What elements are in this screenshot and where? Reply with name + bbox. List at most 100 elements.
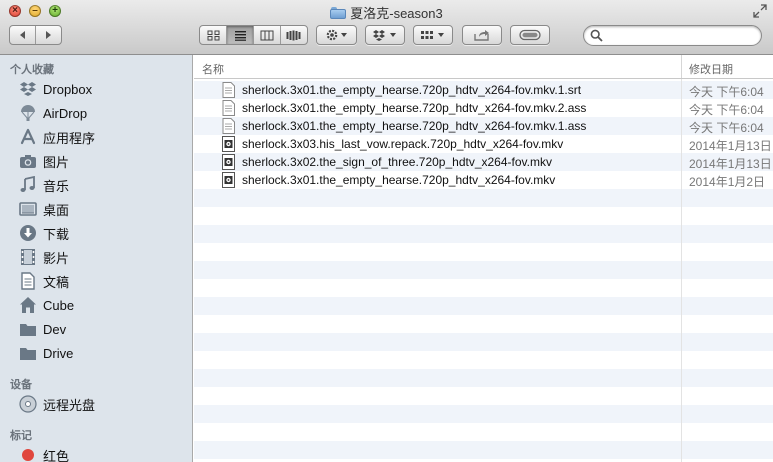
airdrop-icon xyxy=(18,104,38,122)
sidebar-item-label: 下载 xyxy=(43,226,70,242)
window-title: 夏洛克-season3 xyxy=(350,6,443,21)
sidebar-item-cube[interactable]: Cube xyxy=(0,294,192,316)
chevron-right-icon xyxy=(46,31,51,39)
text-file-icon xyxy=(222,118,235,134)
row-stripe xyxy=(194,279,773,297)
text-file-icon xyxy=(222,82,235,98)
file-name: sherlock.3x01.the_empty_hearse.720p_hdtv… xyxy=(242,173,556,187)
sidebar-item-label: 应用程序 xyxy=(43,130,96,146)
row-stripe xyxy=(194,315,773,333)
search-icon xyxy=(590,29,603,42)
sidebar-item-downloads[interactable]: 下载 xyxy=(0,222,192,244)
coverflow-view-button[interactable] xyxy=(281,26,307,44)
fullscreen-icon[interactable] xyxy=(753,4,767,18)
text-file-icon xyxy=(222,100,235,116)
row-stripe xyxy=(194,441,773,459)
dropbox-icon xyxy=(18,80,38,98)
sidebar-item-label: 红色 xyxy=(43,448,70,462)
folder-icon xyxy=(330,6,347,19)
movies-icon xyxy=(18,248,38,266)
finder-window: × – + 夏洛克-season3 个人收藏 Dropbox AirDrop 应… xyxy=(0,0,773,462)
share-button[interactable] xyxy=(462,25,502,45)
desktop-icon xyxy=(18,200,38,218)
row-stripe xyxy=(194,225,773,243)
sidebar-item-desktop[interactable]: 桌面 xyxy=(0,198,192,220)
sidebar-item-pictures[interactable]: 图片 xyxy=(0,150,192,172)
row-stripe xyxy=(194,387,773,405)
sidebar-item-label: 影片 xyxy=(43,250,70,266)
search-input[interactable] xyxy=(606,27,760,46)
applications-icon xyxy=(18,128,38,146)
file-name: sherlock.3x03.his_last_vow.repack.720p_h… xyxy=(242,137,564,151)
row-stripe xyxy=(194,423,773,441)
sidebar-item-label: 音乐 xyxy=(43,178,70,194)
action-menu-button[interactable] xyxy=(316,25,357,45)
dropbox-menu-button[interactable] xyxy=(365,25,405,45)
sidebar-item-drive[interactable]: Drive xyxy=(0,342,192,364)
column-view-button[interactable] xyxy=(254,26,281,44)
documents-icon xyxy=(18,272,38,290)
sidebar-item-dev[interactable]: Dev xyxy=(0,318,192,340)
file-date: 今天 下午6:04 xyxy=(689,85,764,99)
icon-view-icon xyxy=(207,30,220,40)
sidebar-item-documents[interactable]: 文稿 xyxy=(0,270,192,292)
sidebar-item-label: 文稿 xyxy=(43,274,70,290)
file-row[interactable]: sherlock.3x01.the_empty_hearse.720p_hdtv… xyxy=(194,171,773,189)
sidebar-item-music[interactable]: 音乐 xyxy=(0,174,192,196)
arrange-icon xyxy=(421,31,444,39)
dropbox-icon xyxy=(373,30,396,41)
list-view-button[interactable] xyxy=(227,26,254,44)
list-view-icon xyxy=(234,30,246,41)
arrange-menu-button[interactable] xyxy=(413,25,453,45)
video-file-icon xyxy=(222,136,235,152)
column-header-name[interactable]: 名称 xyxy=(202,61,224,77)
sidebar-header-tags: 标记 xyxy=(10,430,32,442)
file-row[interactable]: sherlock.3x03.his_last_vow.repack.720p_h… xyxy=(194,135,773,153)
column-view-icon xyxy=(260,30,274,40)
file-date: 今天 下午6:04 xyxy=(689,103,764,117)
row-stripe xyxy=(194,261,773,279)
sidebar-item-airdrop[interactable]: AirDrop xyxy=(0,102,192,124)
sidebar-item-label: 远程光盘 xyxy=(43,397,96,413)
forward-button[interactable] xyxy=(36,26,61,44)
window-title-bar: 夏洛克-season3 xyxy=(0,3,773,21)
download-icon xyxy=(18,224,38,242)
sidebar-item-label: Dropbox xyxy=(43,81,93,97)
tags-toggle-icon xyxy=(519,29,541,41)
row-stripe xyxy=(194,369,773,387)
sidebar-item-label: Cube xyxy=(43,297,75,313)
sidebar-header-favorites: 个人收藏 xyxy=(10,64,54,76)
sidebar-item-applications[interactable]: 应用程序 xyxy=(0,126,192,148)
file-row[interactable]: sherlock.3x01.the_empty_hearse.720p_hdtv… xyxy=(194,99,773,117)
sidebar: 个人收藏 Dropbox AirDrop 应用程序 图片 音乐 桌面 下载 影片… xyxy=(0,55,193,462)
home-icon xyxy=(18,296,38,314)
share-icon xyxy=(474,30,489,41)
sidebar-item-dropbox[interactable]: Dropbox xyxy=(0,78,192,100)
gear-icon xyxy=(326,29,347,41)
sidebar-item-label: 图片 xyxy=(43,154,70,170)
disc-icon xyxy=(18,395,38,413)
row-stripe xyxy=(194,189,773,207)
column-divider xyxy=(681,55,682,78)
back-button[interactable] xyxy=(10,26,36,44)
toolbar-toggle-button[interactable] xyxy=(510,25,550,45)
file-row[interactable]: sherlock.3x01.the_empty_hearse.720p_hdtv… xyxy=(194,81,773,99)
sidebar-item-tag-red[interactable]: 红色 xyxy=(0,444,192,462)
sidebar-item-label: 桌面 xyxy=(43,202,70,218)
file-date: 2014年1月13日 xyxy=(689,157,772,171)
sidebar-header-devices: 设备 xyxy=(10,379,32,391)
file-name: sherlock.3x01.the_empty_hearse.720p_hdtv… xyxy=(242,119,587,133)
camera-icon xyxy=(18,152,38,170)
search-field[interactable] xyxy=(583,25,762,46)
row-stripe xyxy=(194,405,773,423)
sidebar-item-remote-disc[interactable]: 远程光盘 xyxy=(0,393,192,415)
file-date: 今天 下午6:04 xyxy=(689,121,764,135)
icon-view-button[interactable] xyxy=(200,26,228,44)
sidebar-item-label: Drive xyxy=(43,345,74,361)
file-row[interactable]: sherlock.3x01.the_empty_hearse.720p_hdtv… xyxy=(194,117,773,135)
sidebar-item-movies[interactable]: 影片 xyxy=(0,246,192,268)
file-row[interactable]: sherlock.3x02.the_sign_of_three.720p_hdt… xyxy=(194,153,773,171)
sidebar-item-label: Dev xyxy=(43,321,67,337)
column-header-date[interactable]: 修改日期 xyxy=(689,61,733,77)
folder-icon xyxy=(18,320,38,338)
